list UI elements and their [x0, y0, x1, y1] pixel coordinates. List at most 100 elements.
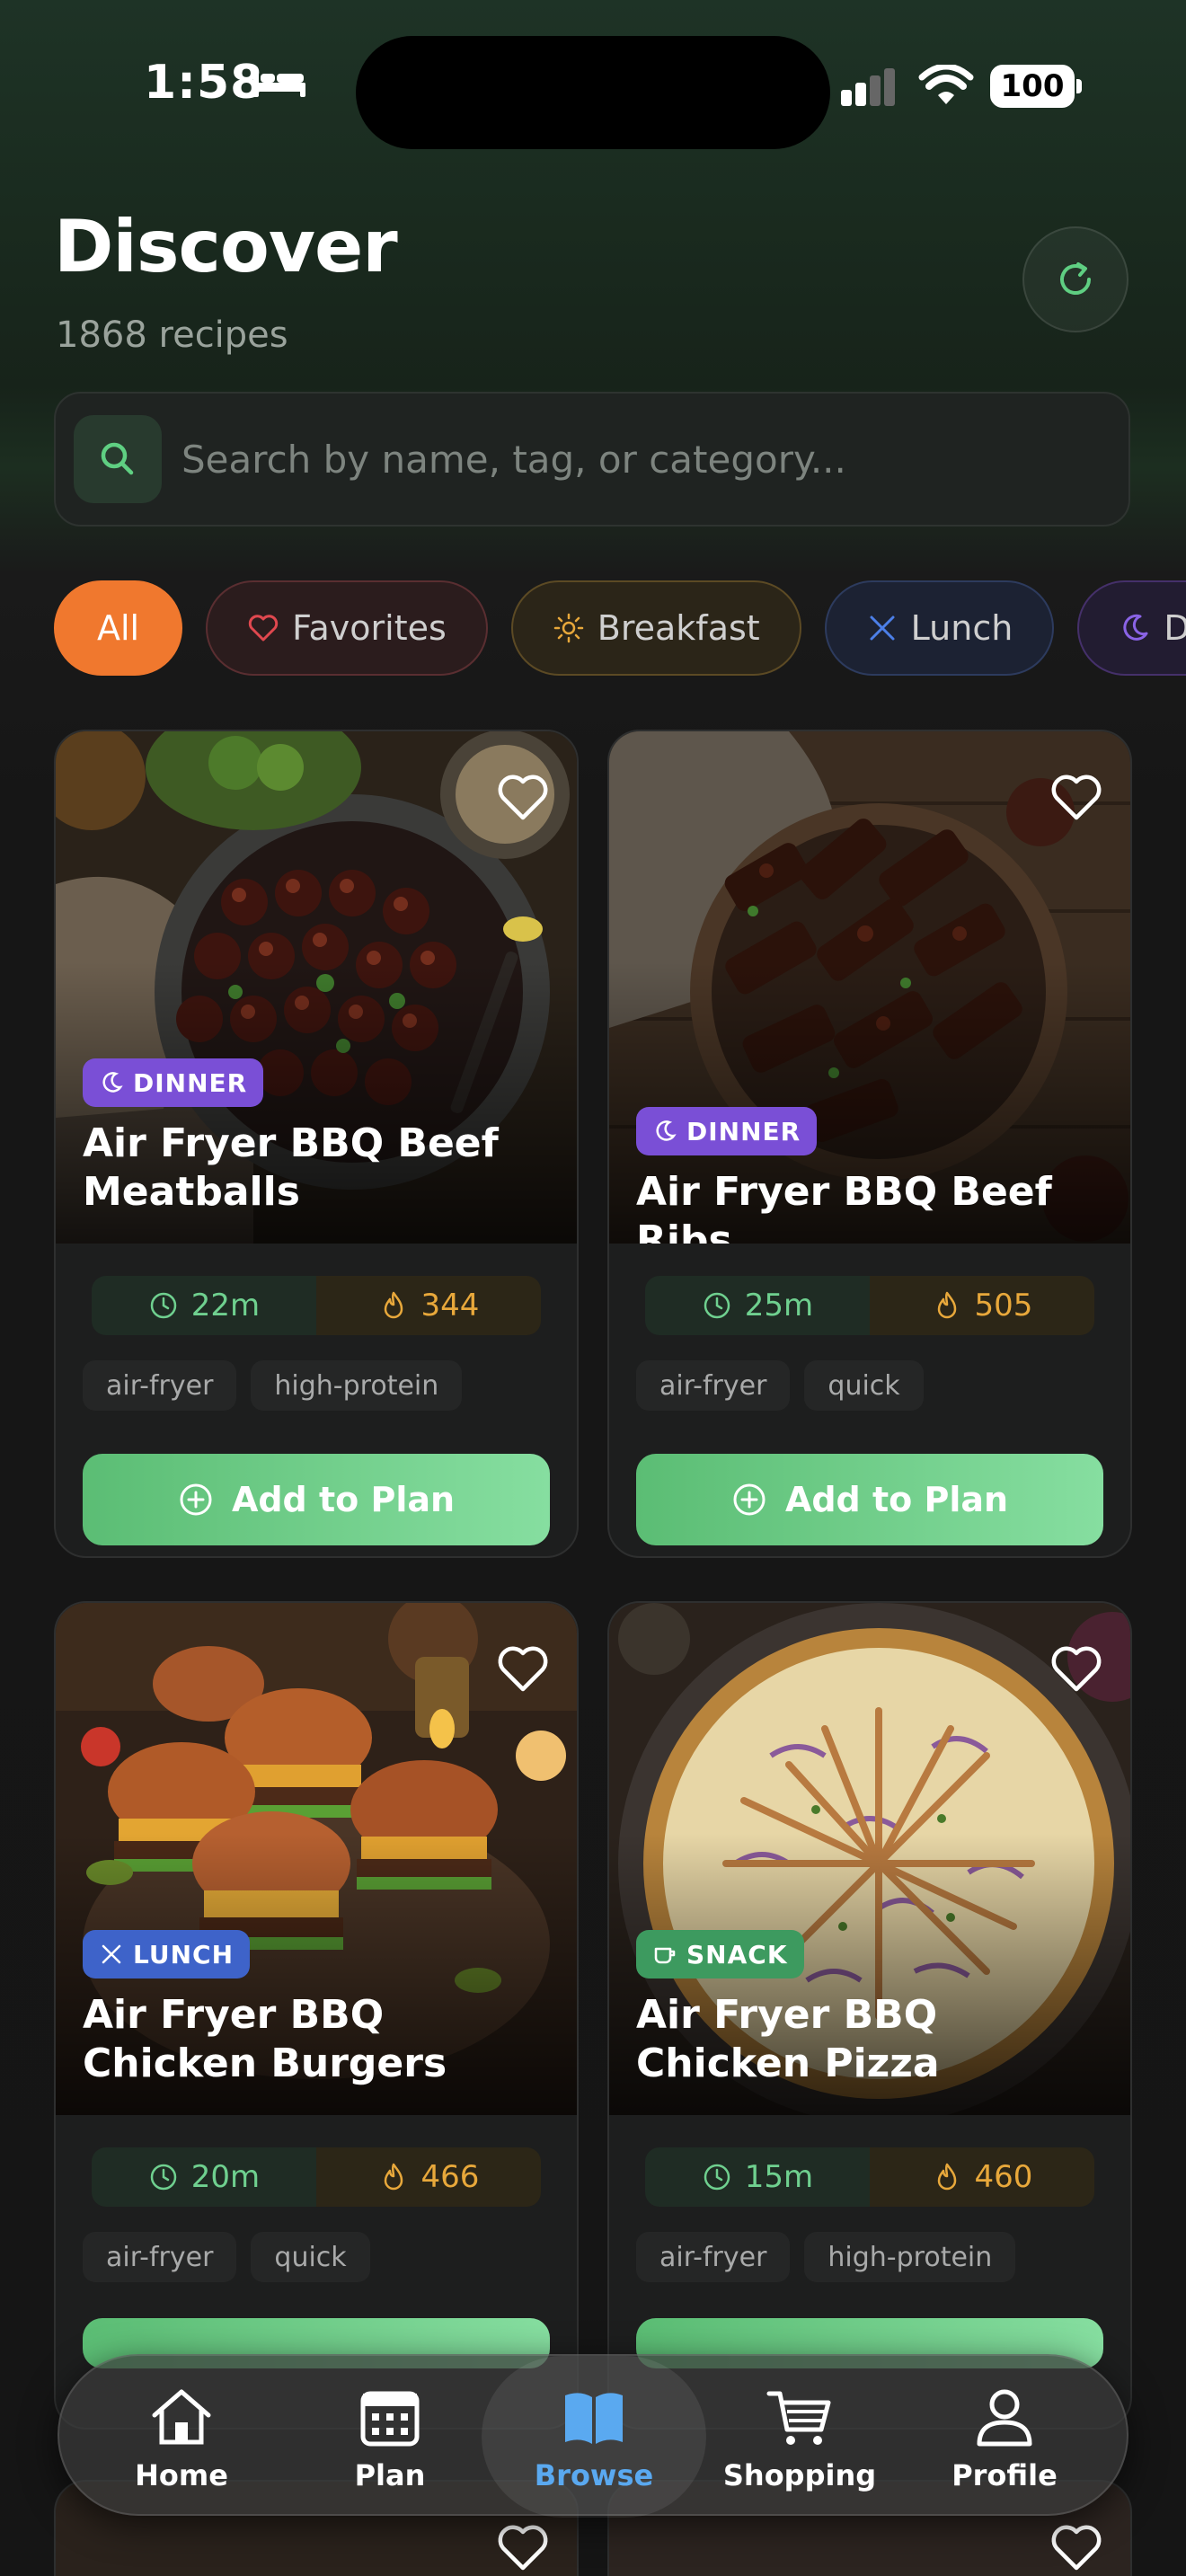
category-badge: SNACK [636, 1930, 804, 1978]
calories: 505 [870, 1276, 1094, 1335]
filter-chip-favorites[interactable]: Favorites [206, 580, 488, 676]
recipe-title: Air Fryer BBQ Chicken Burgers [83, 1992, 447, 2086]
heart-icon [248, 615, 279, 642]
refresh-icon [1060, 262, 1091, 295]
cook-time: 22m [92, 1276, 316, 1335]
nav-plan[interactable]: Plan [300, 2356, 480, 2518]
recipe-tags: air-fryer quick [636, 1360, 924, 1411]
plus-circle-icon [733, 1483, 766, 1516]
calories: 344 [316, 1276, 541, 1335]
status-time: 1:58 [144, 56, 264, 110]
flame-icon [384, 2163, 403, 2191]
utensils-icon [102, 1944, 121, 1964]
nav-browse[interactable]: Browse [482, 2356, 706, 2518]
filter-chip-lunch[interactable]: Lunch [824, 580, 1055, 676]
browse-screen: { "status_bar": {"time": "1:58", "batter… [0, 0, 1186, 2576]
recipe-tags: air-fryer high-protein [83, 1360, 463, 1411]
category-badge: DINNER [636, 1107, 818, 1155]
nav-profile[interactable]: Profile [915, 2356, 1094, 2518]
recipe-tags: air-fryer high-protein [636, 2232, 1016, 2282]
recipe-card[interactable]: LUNCH Air Fryer BBQ Chicken Burgers 20m … [54, 1601, 579, 2430]
cook-time: 20m [92, 2147, 316, 2207]
home-icon [152, 2389, 211, 2445]
moon-icon [656, 1120, 677, 1141]
recipe-card[interactable]: SNACK Air Fryer BBQ Chicken Pizza 15m 46… [607, 1601, 1132, 2430]
add-to-plan-button[interactable]: Add to Plan [83, 1454, 550, 1545]
search-icon [101, 442, 134, 475]
favorite-heart-icon[interactable] [1049, 773, 1103, 823]
recipe-title: Air Fryer BBQ Beef Meatballs [83, 1120, 499, 1215]
status-bar: 1:58 100 [0, 0, 1186, 171]
tag[interactable]: quick [251, 2232, 370, 2282]
chip-label: Lunch [910, 608, 1013, 648]
nav-home[interactable]: Home [92, 2356, 271, 2518]
bottom-nav: Home Plan Browse Shopping Profile [58, 2354, 1128, 2518]
recipe-card[interactable]: DINNER Air Fryer BBQ Beef Meatballs 22m … [54, 730, 579, 1558]
sleep-focus-icon [253, 70, 305, 97]
recipe-tags: air-fryer quick [83, 2232, 370, 2282]
filter-chips: All Favorites Breakfast Lunch Dinner [54, 580, 1186, 676]
tag[interactable]: high-protein [251, 1360, 463, 1411]
search-bar [54, 392, 1130, 527]
moon-icon [1123, 614, 1148, 641]
search-input[interactable] [181, 394, 1116, 525]
plus-circle-icon [180, 1483, 212, 1516]
clock-icon [704, 2164, 730, 2191]
filter-chip-breakfast[interactable]: Breakfast [510, 580, 801, 676]
recipe-image: SNACK Air Fryer BBQ Chicken Pizza [609, 1603, 1130, 2115]
search-icon-box [74, 415, 162, 503]
dynamic-island [356, 36, 830, 149]
flame-icon [937, 2163, 956, 2191]
recipe-count: 1868 recipes [56, 314, 288, 356]
tag[interactable]: high-protein [804, 2232, 1016, 2282]
cup-icon [654, 1947, 676, 1964]
recipe-card[interactable]: DINNER Air Fryer BBQ Beef Ribs 25m 505 a… [607, 730, 1132, 1558]
category-badge: DINNER [83, 1058, 264, 1107]
favorite-heart-icon[interactable] [1049, 1644, 1103, 1695]
cellular-signal-icon [841, 68, 895, 106]
chip-label: Favorites [292, 608, 447, 648]
moon-icon [102, 1072, 123, 1093]
recipe-stats: 15m 460 [645, 2147, 1094, 2207]
cook-time: 25m [645, 1276, 870, 1335]
recipe-stats: 20m 466 [92, 2147, 541, 2207]
calories: 466 [316, 2147, 541, 2207]
calendar-icon [360, 2391, 420, 2447]
recipe-image: LUNCH Air Fryer BBQ Chicken Burgers [56, 1603, 577, 2115]
utensils-icon [870, 615, 895, 641]
favorite-heart-icon[interactable] [1049, 2523, 1103, 2573]
clock-icon [704, 1292, 730, 1319]
recipe-image: DINNER Air Fryer BBQ Beef Ribs [609, 731, 1130, 1244]
refresh-button[interactable] [1022, 226, 1128, 332]
add-to-plan-button[interactable]: Add to Plan [636, 1454, 1103, 1545]
tag[interactable]: quick [804, 1360, 924, 1411]
category-badge: LUNCH [83, 1930, 250, 1978]
tag[interactable]: air-fryer [83, 1360, 237, 1411]
flame-icon [937, 1291, 956, 1319]
battery-indicator: 100 [990, 65, 1082, 108]
chip-label: Breakfast [597, 608, 760, 648]
cart-icon [766, 2391, 831, 2445]
recipe-stats: 22m 344 [92, 1276, 541, 1335]
tag[interactable]: air-fryer [636, 2232, 791, 2282]
recipe-title: Air Fryer BBQ Chicken Pizza [636, 1992, 940, 2086]
wifi-icon [918, 65, 974, 104]
favorite-heart-icon[interactable] [496, 773, 550, 823]
page-title: Discover [54, 205, 398, 288]
calories: 460 [870, 2147, 1094, 2207]
clock-icon [150, 2164, 177, 2191]
nav-shopping[interactable]: Shopping [710, 2356, 890, 2518]
favorite-heart-icon[interactable] [496, 1644, 550, 1695]
tag[interactable]: air-fryer [83, 2232, 237, 2282]
person-icon [977, 2389, 1032, 2447]
chip-label: Dinner [1164, 608, 1186, 648]
favorite-heart-icon[interactable] [496, 2523, 550, 2573]
recipe-image: DINNER Air Fryer BBQ Beef Meatballs [56, 731, 577, 1244]
cook-time: 15m [645, 2147, 870, 2207]
filter-chip-dinner[interactable]: Dinner [1077, 580, 1186, 676]
recipe-stats: 25m 505 [645, 1276, 1094, 1335]
recipe-title: Air Fryer BBQ Beef Ribs [636, 1169, 1052, 1244]
filter-chip-all[interactable]: All [54, 580, 183, 676]
tag[interactable]: air-fryer [636, 1360, 791, 1411]
sun-icon [553, 613, 584, 643]
